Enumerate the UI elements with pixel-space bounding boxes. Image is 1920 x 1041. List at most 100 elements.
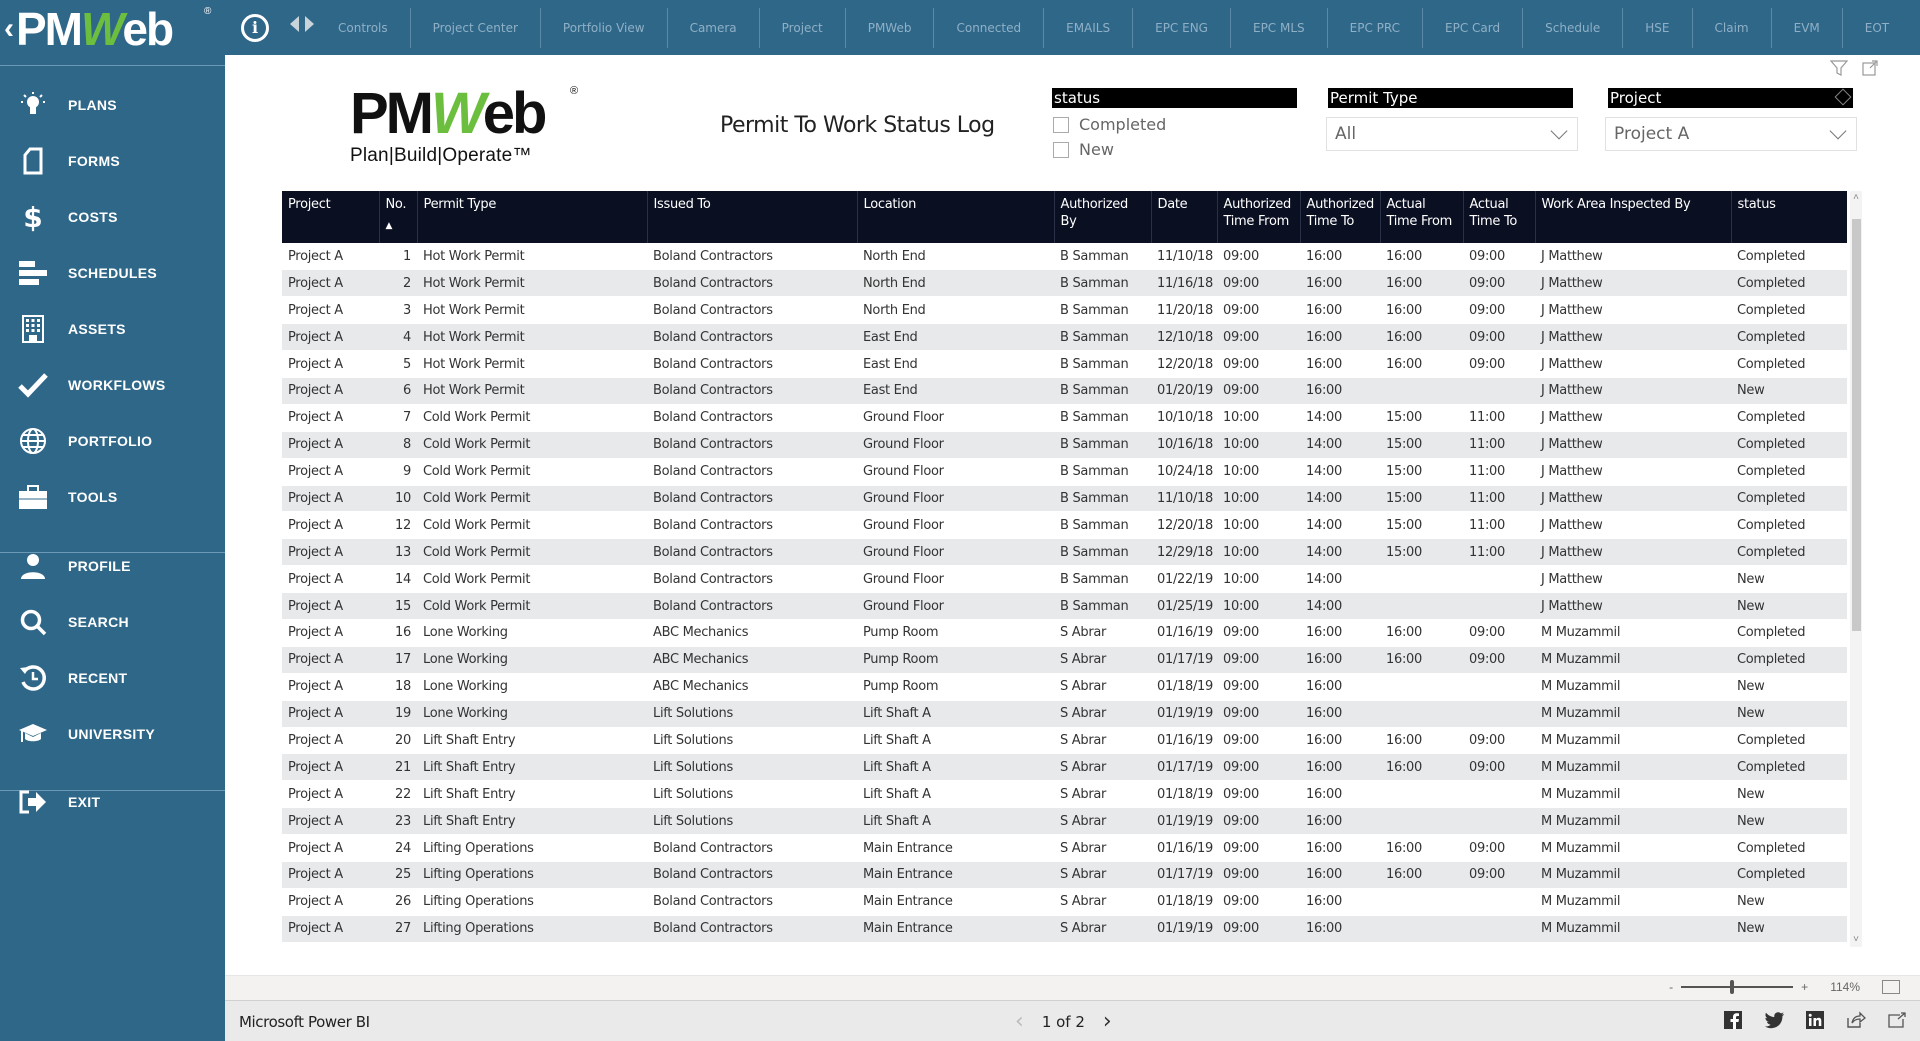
table-row[interactable]: Project A 12 Cold Work Permit Boland Contra… — [282, 512, 1847, 539]
status-option-completed[interactable]: Completed — [1053, 115, 1166, 134]
scroll-left-icon[interactable] — [290, 16, 299, 32]
popout-icon[interactable] — [1888, 1012, 1906, 1028]
scroll-up-icon[interactable]: ˄ — [1850, 191, 1862, 205]
status-option-new[interactable]: New — [1053, 140, 1114, 159]
column-header-authorized-time-to[interactable]: Authorized Time To — [1300, 191, 1381, 243]
table-row[interactable]: Project A 4 Hot Work Permit Boland Contract… — [282, 323, 1847, 351]
column-header-date[interactable]: Date — [1151, 191, 1218, 243]
focus-mode-icon[interactable] — [1862, 60, 1878, 76]
top-tab-project-center[interactable]: Project Center — [411, 7, 541, 48]
sidebar-item-forms[interactable]: FORMS — [0, 141, 225, 181]
top-tab-epc-mls[interactable]: EPC MLS — [1231, 7, 1328, 48]
table-row[interactable]: Project A 9 Cold Work Permit Boland Contrac… — [282, 458, 1847, 486]
sidebar-item-search[interactable]: SEARCH — [0, 602, 225, 642]
project-dropdown[interactable]: Project A — [1605, 117, 1857, 151]
top-tab-pmweb[interactable]: PMWeb — [846, 7, 935, 48]
scrollbar-thumb[interactable] — [1852, 219, 1861, 631]
pmweb-brand-logo[interactable]: ‹ PMWeb ® — [4, 3, 211, 55]
sort-ascending-icon[interactable]: ▲ — [386, 218, 411, 235]
top-tab-epc-eng[interactable]: EPC ENG — [1133, 7, 1231, 48]
column-header-location[interactable]: Location — [857, 191, 1055, 243]
next-page-icon[interactable]: › — [1103, 1009, 1112, 1034]
table-row[interactable]: Project A 14 Cold Work Permit Boland Contra… — [282, 566, 1847, 593]
sidebar-item-costs[interactable]: $ COSTS — [0, 197, 225, 237]
top-tab-controls[interactable]: Controls — [330, 7, 411, 48]
top-tab-epc-prc[interactable]: EPC PRC — [1328, 7, 1424, 48]
column-header-actual-time-from[interactable]: Actual Time From — [1380, 191, 1464, 243]
top-tab-hse[interactable]: HSE — [1623, 7, 1693, 48]
sidebar-item-portfolio[interactable]: PORTFOLIO — [0, 421, 225, 461]
info-icon[interactable]: i — [241, 14, 269, 42]
table-row[interactable]: Project A 3 Hot Work Permit Boland Contract… — [282, 297, 1847, 324]
sidebar-item-schedules[interactable]: SCHEDULES — [0, 253, 225, 293]
clear-selection-eraser-icon[interactable] — [1834, 88, 1852, 106]
top-tab-epc-card[interactable]: EPC Card — [1423, 7, 1524, 48]
zoom-out-button[interactable]: - — [1669, 980, 1673, 994]
twitter-icon[interactable] — [1764, 1011, 1784, 1029]
zoom-slider[interactable] — [1681, 980, 1794, 994]
top-tab-evm[interactable]: EVM — [1772, 7, 1843, 48]
back-chevron-icon[interactable]: ‹ — [4, 14, 14, 44]
table-row[interactable]: Project A 24 Lifting Operations Boland Cont… — [282, 835, 1847, 862]
top-tab-project[interactable]: Project — [760, 7, 846, 48]
table-row[interactable]: Project A 17 Lone Working ABC Mechanics Pump… — [282, 646, 1847, 674]
permit-type-dropdown[interactable]: All — [1326, 117, 1578, 151]
table-row[interactable]: Project A 19 Lone Working Lift Solutions Lif… — [282, 700, 1847, 728]
column-header-no[interactable]: No. ▲ — [379, 191, 418, 243]
linkedin-icon[interactable] — [1806, 1011, 1824, 1029]
table-row[interactable]: Project A 1 Hot Work Permit Boland Contract… — [282, 243, 1847, 270]
column-header-issued-to[interactable]: Issued To — [647, 191, 858, 243]
column-header-authorized-by[interactable]: Authorized By — [1054, 191, 1152, 243]
fit-to-page-icon[interactable] — [1882, 980, 1900, 994]
top-tab-schedule[interactable]: Schedule — [1523, 7, 1624, 48]
top-tab-portfolio-view[interactable]: Portfolio View — [541, 7, 668, 48]
table-row[interactable]: Project A 27 Lifting Operations Boland Cont… — [282, 915, 1847, 943]
zoom-in-button[interactable]: + — [1801, 980, 1808, 994]
share-icon[interactable] — [1846, 1011, 1866, 1029]
table-row[interactable]: Project A 10 Cold Work Permit Boland Contra… — [282, 485, 1847, 512]
top-tab-camera[interactable]: Camera — [668, 7, 760, 48]
checkbox[interactable] — [1053, 141, 1069, 158]
table-row[interactable]: Project A 21 Lift Shaft Entry Lift Solution… — [282, 753, 1847, 781]
table-row[interactable]: Project A 26 Lifting Operations Boland Cont… — [282, 888, 1847, 916]
table-row[interactable]: Project A 6 Hot Work Permit Boland Contract… — [282, 377, 1847, 405]
table-row[interactable]: Project A 15 Cold Work Permit Boland Contra… — [282, 592, 1847, 620]
sidebar-item-assets[interactable]: ASSETS — [0, 309, 225, 349]
column-header-permit-type[interactable]: Permit Type — [417, 191, 648, 243]
top-tab-emails[interactable]: EMAILS — [1044, 7, 1134, 48]
table-row[interactable]: Project A 7 Cold Work Permit Boland Contrac… — [282, 404, 1847, 432]
table-row[interactable]: Project A 8 Cold Work Permit Boland Contrac… — [282, 431, 1847, 459]
sidebar-item-plans[interactable]: PLANS — [0, 85, 225, 125]
column-header-authorized-time-from[interactable]: Authorized Time From — [1217, 191, 1301, 243]
sidebar-item-exit[interactable]: EXIT — [0, 782, 225, 822]
sidebar-item-university[interactable]: UNIVERSITY — [0, 714, 225, 754]
top-tab-eot[interactable]: EOT — [1843, 8, 1911, 48]
sidebar-item-recent[interactable]: RECENT — [0, 658, 225, 698]
top-tab-claim[interactable]: Claim — [1693, 7, 1772, 48]
facebook-icon[interactable] — [1724, 1011, 1742, 1029]
column-header-actual-time-to[interactable]: Actual Time To — [1463, 191, 1536, 243]
table-row[interactable]: Project A 22 Lift Shaft Entry Lift Solution… — [282, 781, 1847, 808]
top-tab-connected[interactable]: Connected — [934, 7, 1045, 48]
column-header-status[interactable]: status — [1731, 191, 1847, 243]
sidebar-item-tools[interactable]: TOOLS — [0, 477, 225, 517]
table-row[interactable]: Project A 2 Hot Work Permit Boland Contract… — [282, 269, 1847, 297]
column-header-work-area-inspected-by[interactable]: Work Area Inspected By — [1535, 191, 1732, 243]
table-row[interactable]: Project A 25 Lifting Operations Boland Cont… — [282, 861, 1847, 889]
table-row[interactable]: Project A 13 Cold Work Permit Boland Contra… — [282, 538, 1847, 566]
zoom-slider-knob[interactable] — [1729, 980, 1734, 994]
table-row[interactable]: Project A 16 Lone Working ABC Mechanics Pump… — [282, 619, 1847, 647]
scroll-right-icon[interactable] — [305, 16, 314, 32]
sidebar-item-workflows[interactable]: WORKFLOWS — [0, 365, 225, 405]
column-header-project[interactable]: Project — [282, 191, 380, 243]
table-row[interactable]: Project A 5 Hot Work Permit Boland Contract… — [282, 351, 1847, 378]
scroll-down-icon[interactable]: ˅ — [1850, 933, 1862, 947]
table-row[interactable]: Project A 18 Lone Working ABC Mechanics Pump… — [282, 673, 1847, 701]
table-scrollbar[interactable]: ˄ ˅ — [1850, 191, 1862, 947]
table-row[interactable]: Project A 20 Lift Shaft Entry Lift Solution… — [282, 727, 1847, 754]
sidebar-item-profile[interactable]: PROFILE — [0, 546, 225, 586]
previous-page-icon[interactable]: ‹ — [1015, 1009, 1024, 1034]
filter-icon[interactable] — [1830, 60, 1848, 76]
checkbox[interactable] — [1053, 116, 1069, 133]
table-row[interactable]: Project A 23 Lift Shaft Entry Lift Solution… — [282, 807, 1847, 835]
